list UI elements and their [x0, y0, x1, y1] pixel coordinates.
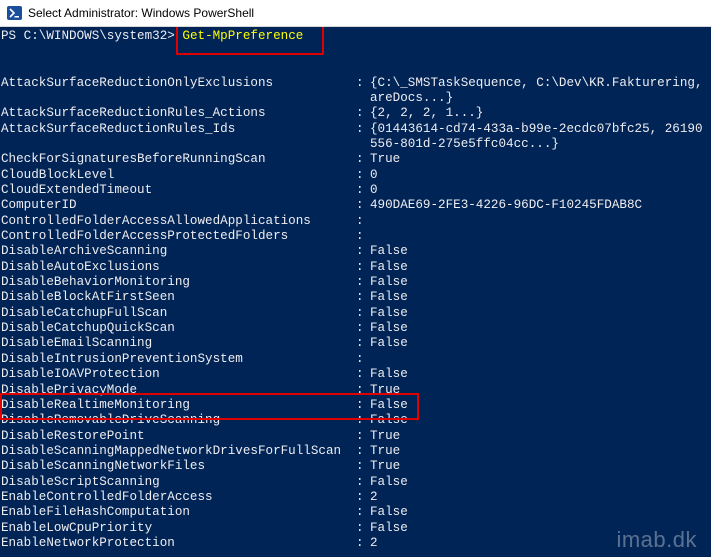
property-value: {2, 2, 2, 1...}: [370, 106, 484, 121]
property-separator: :: [356, 536, 364, 550]
property-name: DisableIntrusionPreventionSystem: [1, 351, 243, 366]
property-separator: :: [356, 75, 364, 90]
property-name: DisableBlockAtFirstSeen: [1, 290, 175, 305]
property-separator: :: [356, 505, 364, 520]
property-value: False: [370, 259, 408, 274]
property-separator: :: [356, 167, 364, 182]
property-separator: :: [356, 275, 364, 290]
property-separator: :: [356, 520, 364, 535]
command-highlight-box: [176, 27, 324, 55]
property-value: False: [370, 244, 408, 259]
property-separator: :: [356, 121, 364, 136]
property-value: False: [370, 520, 408, 535]
watermark: imab.dk: [616, 527, 697, 552]
property-value: False: [370, 474, 408, 489]
property-value: 490DAE69-2FE3-4226-96DC-F10245FDAB8C: [370, 198, 643, 213]
property-separator: :: [356, 290, 364, 305]
property-name: AttackSurfaceReductionRules_Ids: [1, 121, 236, 136]
property-name: CheckForSignaturesBeforeRunningScan: [1, 152, 266, 167]
property-value: 0: [370, 167, 378, 182]
property-value: 2: [370, 536, 378, 550]
property-name: DisableScriptScanning: [1, 474, 160, 489]
property-value: False: [370, 367, 408, 382]
property-value: False: [370, 336, 408, 351]
property-value-continued: areDocs...}: [370, 90, 454, 105]
property-separator: :: [356, 152, 364, 167]
property-separator: :: [356, 321, 364, 336]
property-separator: :: [356, 367, 364, 382]
property-name: DisableBehaviorMonitoring: [1, 275, 190, 290]
property-value: False: [370, 305, 408, 320]
property-value: False: [370, 290, 408, 305]
property-name: DisableCatchupQuickScan: [1, 321, 175, 336]
title-bar[interactable]: Select Administrator: Windows PowerShell: [0, 0, 711, 27]
property-value: False: [370, 275, 408, 290]
property-value-continued: 556-801d-275e5ffc04cc...}: [370, 136, 559, 151]
property-separator: :: [356, 305, 364, 320]
property-separator: :: [356, 351, 364, 366]
prompt: PS C:\WINDOWS\system32>: [1, 29, 183, 43]
property-value: True: [370, 428, 401, 443]
property-separator: :: [356, 443, 364, 458]
property-separator: :: [356, 259, 364, 274]
property-name: CloudBlockLevel: [1, 167, 115, 182]
property-value: 0: [370, 182, 378, 197]
property-separator: :: [356, 474, 364, 489]
property-value: True: [370, 443, 401, 458]
property-name: ComputerID: [1, 198, 77, 213]
property-separator: :: [356, 106, 364, 121]
property-value: True: [370, 152, 401, 167]
property-name: EnableNetworkProtection: [1, 536, 175, 550]
property-name: CloudExtendedTimeout: [1, 182, 153, 197]
property-name: EnableControlledFolderAccess: [1, 489, 213, 504]
property-name: DisableScanningNetworkFiles: [1, 459, 206, 474]
property-name: DisableCatchupFullScan: [1, 305, 168, 320]
property-separator: :: [356, 213, 364, 228]
property-value: {C:\_SMSTaskSequence, C:\Dev\KR.Fakturer…: [370, 75, 703, 90]
property-separator: :: [356, 244, 364, 259]
property-name: EnableLowCpuPriority: [1, 520, 153, 535]
property-separator: :: [356, 428, 364, 443]
console-output[interactable]: PS C:\WINDOWS\system32> Get-MpPreference…: [0, 27, 711, 557]
realtime-monitoring-highlight-box: [0, 393, 419, 420]
property-name: EnableFileHashComputation: [1, 505, 190, 520]
property-separator: :: [356, 336, 364, 351]
property-name: ControlledFolderAccessAllowedApplication…: [1, 213, 311, 228]
property-name: DisableScanningMappedNetworkDrivesForFul…: [1, 443, 342, 458]
property-value: False: [370, 321, 408, 336]
property-value: {01443614-cd74-433a-b99e-2ecdc07bfc25, 2…: [370, 121, 703, 136]
property-name: AttackSurfaceReductionOnlyExclusions: [1, 75, 274, 90]
property-name: DisableArchiveScanning: [1, 244, 168, 259]
property-name: DisableEmailScanning: [1, 336, 153, 351]
property-name: ControlledFolderAccessProtectedFolders: [1, 229, 289, 243]
property-value: 2: [370, 489, 378, 504]
property-name: DisableIOAVProtection: [1, 367, 160, 382]
property-separator: :: [356, 229, 364, 243]
property-value: True: [370, 459, 401, 474]
property-separator: :: [356, 182, 364, 197]
property-name: DisableAutoExclusions: [1, 259, 160, 274]
property-name: DisableRestorePoint: [1, 428, 145, 443]
property-name: AttackSurfaceReductionRules_Actions: [1, 106, 266, 121]
property-separator: :: [356, 198, 364, 213]
property-value: False: [370, 505, 408, 520]
powershell-icon: [7, 6, 22, 20]
property-separator: :: [356, 489, 364, 504]
window-title: Select Administrator: Windows PowerShell: [28, 6, 255, 20]
property-separator: :: [356, 459, 364, 474]
